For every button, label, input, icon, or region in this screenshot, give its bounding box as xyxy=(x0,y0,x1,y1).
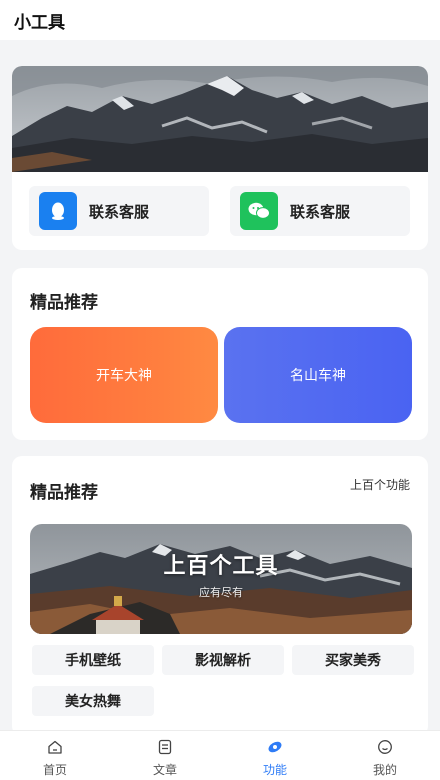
tool-tag-video-parse[interactable]: 影视解析 xyxy=(162,645,284,675)
hero-subtitle: 应有尽有 xyxy=(199,586,243,599)
tab-articles[interactable]: 文章 xyxy=(110,731,220,780)
tab-profile[interactable]: 我的 xyxy=(330,731,440,780)
page-title: 小工具 xyxy=(14,13,65,33)
wechat-icon xyxy=(240,192,278,230)
tab-label: 文章 xyxy=(152,763,177,777)
promo-button-driving-master[interactable]: 开车大神 xyxy=(30,327,218,423)
contact-service-button-qq[interactable]: 联系客服 xyxy=(29,186,209,236)
contact-service-label: 联系客服 xyxy=(290,203,351,221)
tab-features[interactable]: 功能 xyxy=(220,731,330,780)
tab-label: 首页 xyxy=(42,763,67,777)
tools-card: 精品推荐 上百个功能 上百个工具 应有尽有 手机壁纸 影视解析 买家美秀 美女热… xyxy=(12,456,428,736)
feature-icon xyxy=(267,739,283,755)
recommend-card: 精品推荐 开车大神 名山车神 xyxy=(12,268,428,440)
section-title: 精品推荐 xyxy=(30,483,98,503)
mountain-banner xyxy=(12,66,428,172)
section-title: 精品推荐 xyxy=(30,293,98,313)
contact-service-button-wechat[interactable]: 联系客服 xyxy=(230,186,410,236)
more-features-link[interactable]: 上百个功能 xyxy=(350,476,410,493)
promo-button-mountain-racer[interactable]: 名山车神 xyxy=(224,327,412,423)
article-icon xyxy=(157,739,173,755)
home-icon xyxy=(47,739,63,755)
tab-label: 功能 xyxy=(262,763,287,777)
qq-penguin-icon xyxy=(39,192,77,230)
tool-tag-wallpaper[interactable]: 手机壁纸 xyxy=(32,645,154,675)
tab-label: 我的 xyxy=(372,763,397,777)
tools-hero-banner[interactable]: 上百个工具 应有尽有 xyxy=(30,524,412,634)
contact-service-label: 联系客服 xyxy=(89,203,150,221)
tool-tag-buyer-show[interactable]: 买家美秀 xyxy=(292,645,414,675)
profile-icon xyxy=(377,739,393,755)
tab-home[interactable]: 首页 xyxy=(0,731,110,780)
bottom-tab-bar: 首页 文章 功能 我的 xyxy=(0,730,440,780)
app-header: 小工具 xyxy=(0,0,440,40)
contact-card: 联系客服 联系客服 xyxy=(12,66,428,250)
hero-title: 上百个工具 xyxy=(163,554,279,579)
tool-tag-dance[interactable]: 美女热舞 xyxy=(32,686,154,716)
